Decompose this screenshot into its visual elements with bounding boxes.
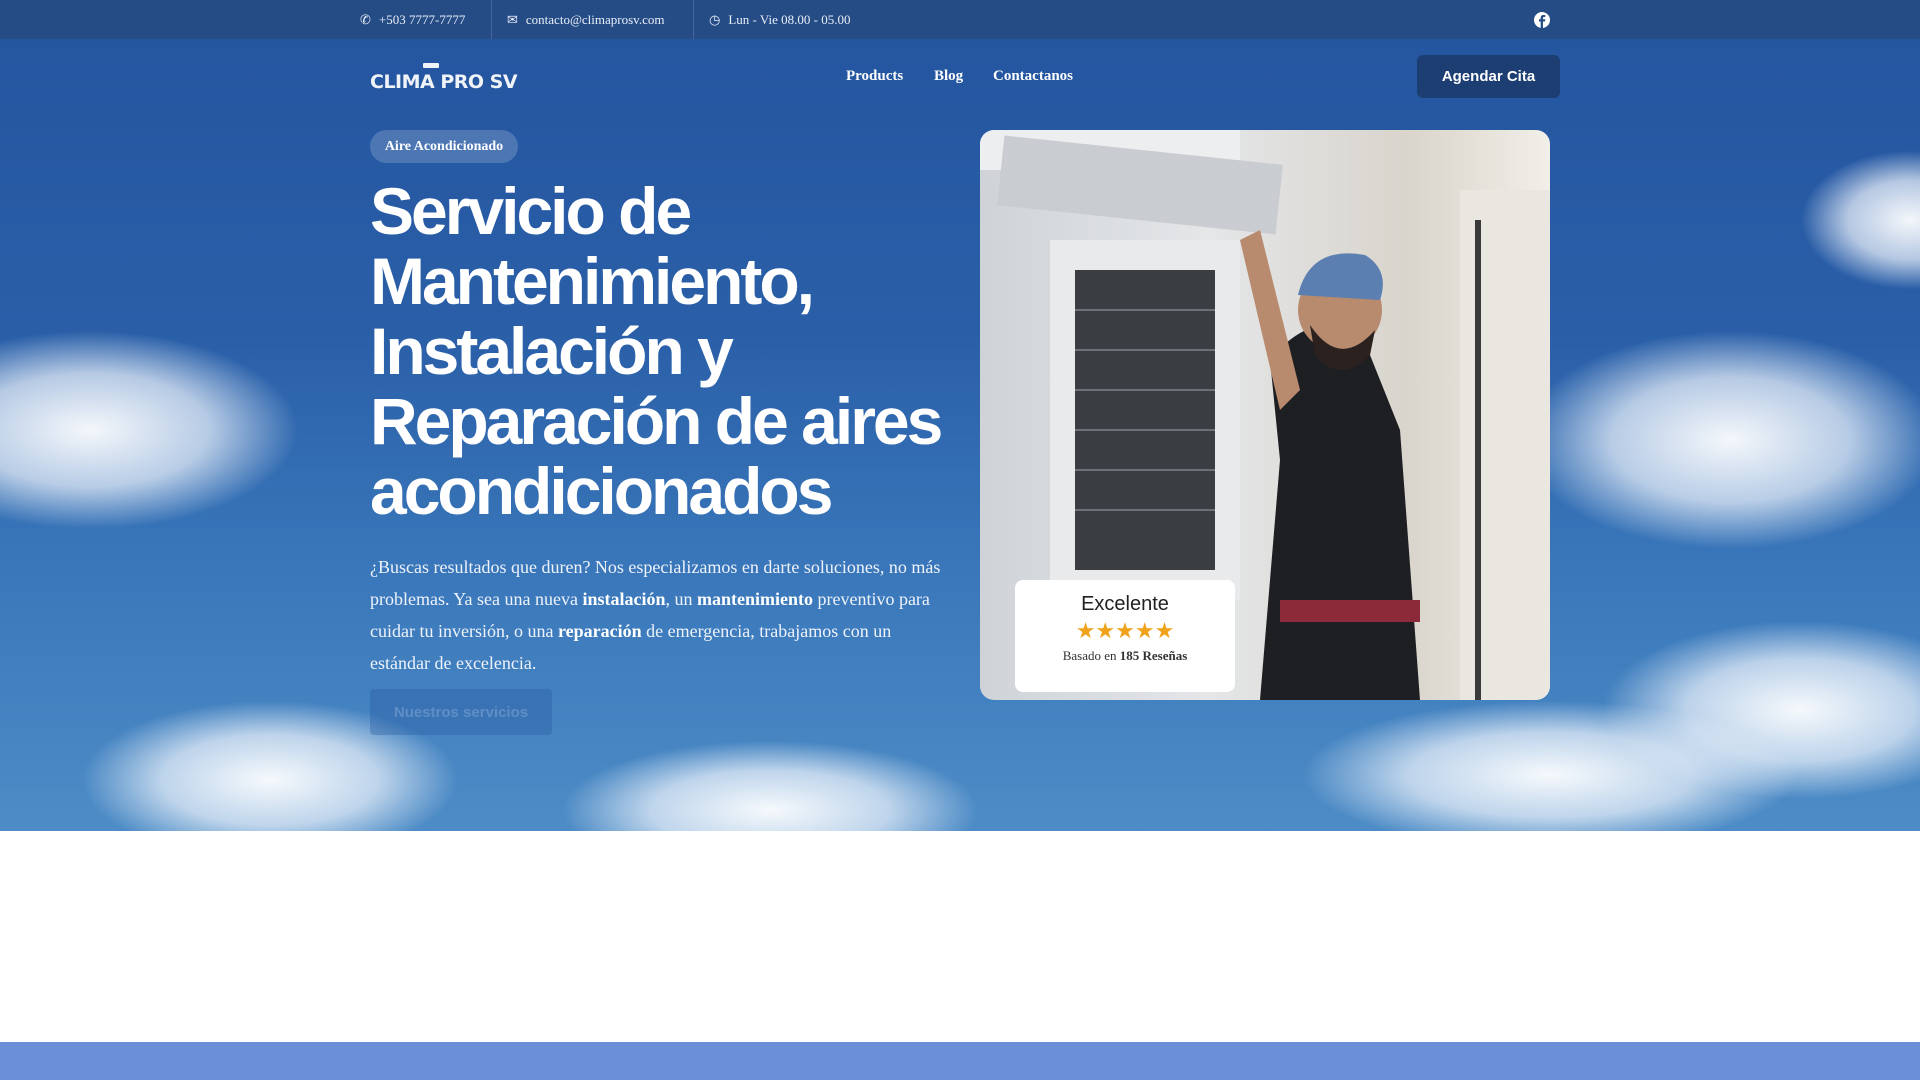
whatsapp-icon: ✆: [360, 11, 371, 27]
star-rating-icon: ★★★★★: [1075, 618, 1175, 643]
rating-title: Excelente: [1081, 593, 1169, 615]
clock-icon: ◷: [709, 11, 721, 27]
nuestros-servicios-button[interactable]: Nuestros servicios: [370, 689, 552, 735]
phone-text: +503 7777-7777: [378, 11, 466, 27]
nav-blog[interactable]: Blog: [934, 68, 963, 85]
hero-description: ¿Buscas resultados que duren? Nos especi…: [370, 557, 941, 673]
agendar-cita-button[interactable]: Agendar Cita: [1417, 55, 1560, 98]
nav-contactanos[interactable]: Contactanos: [993, 68, 1073, 85]
rating-card: Excelente ★★★★★ Basado en 185 Reseñas: [1015, 580, 1235, 692]
phone-link[interactable]: ✆ +503 7777-7777: [360, 0, 465, 39]
facebook-icon[interactable]: [1534, 0, 1550, 39]
hours: ◷ Lun - Vie 08.00 - 05.00: [709, 0, 850, 39]
hero-title: Servicio de Mantenimiento, Instalación y…: [370, 174, 943, 528]
nav-products[interactable]: Products: [846, 68, 903, 85]
email-text: contacto@climaprosv.com: [525, 11, 665, 27]
envelope-icon: ✉: [507, 11, 518, 27]
hours-text: Lun - Vie 08.00 - 05.00: [728, 11, 851, 27]
email-link[interactable]: ✉ contacto@climaprosv.com: [507, 0, 664, 39]
review-count: Basado en 185 Reseñas: [1062, 648, 1188, 663]
category-badge: Aire Acondicionado: [370, 130, 518, 163]
logo[interactable]: CLIMA PRO SV: [370, 63, 518, 93]
next-section-strip: [0, 1042, 1920, 1080]
top-bar: ✆ +503 7777-7777 ✉ contacto@climaprosv.com…: [0, 0, 1920, 39]
